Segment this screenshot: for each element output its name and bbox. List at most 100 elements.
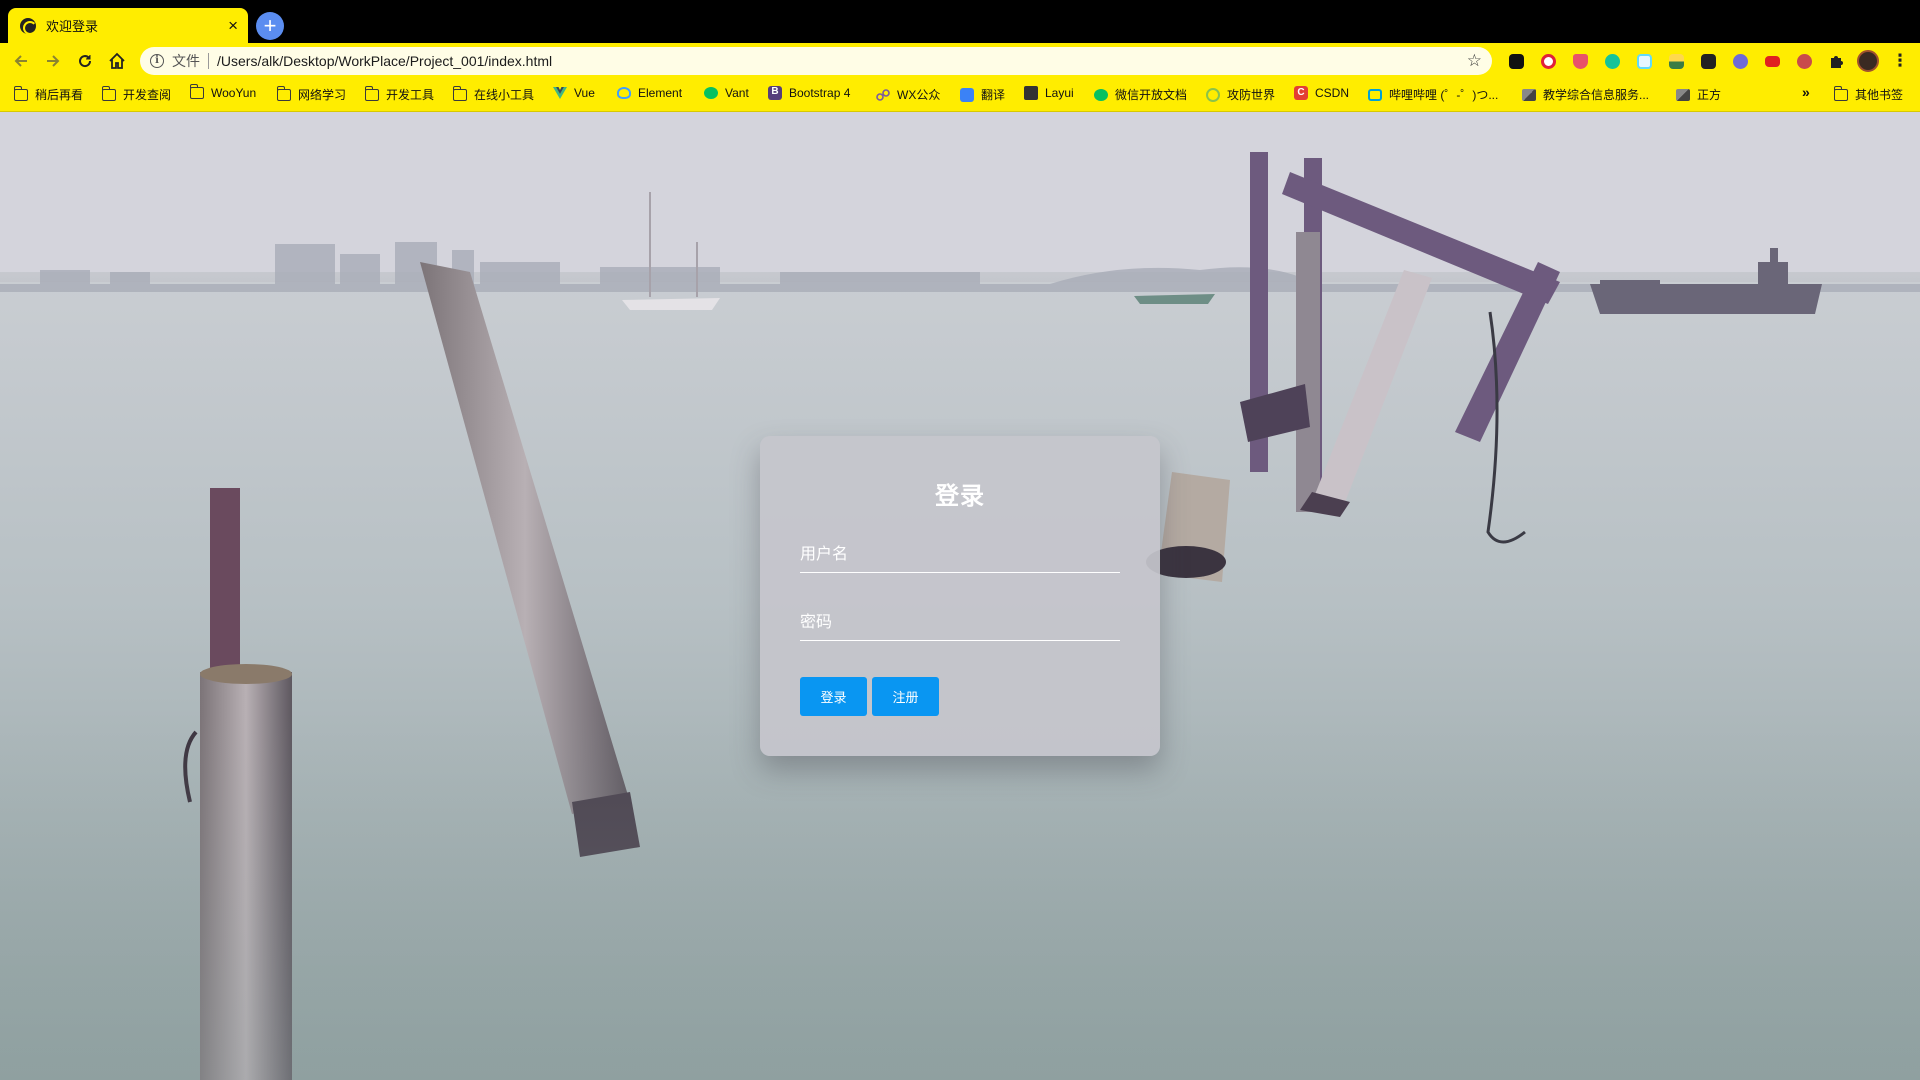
school-icon <box>1522 88 1536 101</box>
bookmark-layui[interactable]: Layui <box>1024 86 1074 100</box>
bookmark-school-info[interactable]: 教学综合信息服务... <box>1522 86 1649 103</box>
bookmark-folder-dev-tools[interactable]: 开发工具 <box>364 85 435 103</box>
login-title: 登录 <box>935 483 985 510</box>
shield-extension-icon <box>1572 53 1588 69</box>
bookmark-bilibili[interactable]: 哔哩哔哩 (゜-゜)つ... <box>1368 86 1498 103</box>
password-input[interactable] <box>800 605 1120 641</box>
bookmark-folder-network[interactable]: 网络学习 <box>276 85 347 103</box>
home-icon <box>109 52 125 69</box>
folder-icon <box>13 85 28 101</box>
login-button[interactable]: 登录 <box>800 677 867 716</box>
bookmark-csdn[interactable]: C CSDN <box>1294 86 1349 100</box>
school-icon <box>1676 88 1690 101</box>
bookmark-label: 微信开放文档 <box>1115 88 1188 102</box>
tab-strip: 欢迎登录 × + <box>0 0 1920 43</box>
bookmark-label: Layui <box>1045 86 1074 100</box>
bookmark-label: 开发查阅 <box>123 88 172 102</box>
profile-avatar[interactable] <box>1856 49 1880 73</box>
scheme-label: 文件 <box>172 53 200 69</box>
vue-icon <box>553 87 567 99</box>
bookmark-label: 网络学习 <box>298 88 347 102</box>
arrow-right-icon <box>47 55 60 67</box>
home-button[interactable] <box>104 48 130 74</box>
extension-6[interactable] <box>1664 49 1688 73</box>
forward-button[interactable] <box>40 48 66 74</box>
bookmark-folder-read-later[interactable]: 稍后再看 <box>13 85 84 103</box>
youtube-extension-icon <box>1764 55 1780 67</box>
folder-icon <box>364 85 379 101</box>
register-button[interactable]: 注册 <box>872 677 939 716</box>
page-viewport: 登录 登录 注册 <box>0 112 1920 1080</box>
infinity-extension-icon <box>1540 53 1556 69</box>
translate-icon <box>960 87 974 102</box>
landscape-extension-icon <box>1668 53 1684 69</box>
username-input[interactable] <box>800 537 1120 573</box>
tab-title: 欢迎登录 <box>46 19 99 34</box>
csdn-icon: C <box>1294 86 1308 100</box>
close-icon[interactable]: × <box>228 17 238 34</box>
bookmark-wx[interactable]: WX公众 <box>876 86 940 103</box>
extensions-area: ⋮ <box>1504 49 1912 73</box>
bookmark-vant[interactable]: Vant <box>704 86 749 100</box>
bookmark-label: 教学综合信息服务... <box>1543 88 1650 102</box>
react-devtools-icon <box>1636 53 1652 69</box>
bookmark-label: 开发工具 <box>386 88 435 102</box>
folder-icon <box>276 85 291 101</box>
bootstrap-icon: B <box>768 86 782 100</box>
bookmark-folder-online-tools[interactable]: 在线小工具 <box>452 85 534 103</box>
extension-5[interactable] <box>1632 49 1656 73</box>
extension-1[interactable] <box>1504 49 1528 73</box>
bookmark-label: CSDN <box>1315 86 1350 100</box>
reload-button[interactable] <box>72 48 98 74</box>
extension-8[interactable] <box>1728 49 1752 73</box>
extension-3[interactable] <box>1568 49 1592 73</box>
address-bar[interactable]: i 文件 /Users/alk/Desktop/WorkPlace/Projec… <box>140 47 1492 75</box>
info-icon[interactable]: i <box>150 54 164 68</box>
layui-icon <box>1024 86 1038 100</box>
bookmark-label: 攻防世界 <box>1227 88 1276 102</box>
bookmark-star-icon[interactable]: ☆ <box>1467 51 1482 71</box>
url-text[interactable]: /Users/alk/Desktop/WorkPlace/Project_001… <box>217 53 1467 69</box>
extension-4[interactable] <box>1600 49 1624 73</box>
bookmarks-overflow-button[interactable]: » <box>1802 84 1810 100</box>
vant-icon <box>704 87 718 99</box>
bookmark-folder-wooyun[interactable]: WooYun <box>189 84 257 100</box>
bookmark-label: 翻译 <box>981 88 1006 102</box>
folder-icon <box>1833 85 1848 101</box>
tab-active[interactable]: 欢迎登录 × <box>8 8 248 43</box>
bookmark-element[interactable]: Element <box>617 86 682 100</box>
bookmark-label: Vant <box>725 86 749 100</box>
extension-11[interactable] <box>1824 49 1848 73</box>
bookmark-bootstrap[interactable]: B Bootstrap 4 <box>768 86 850 100</box>
back-button[interactable] <box>8 48 34 74</box>
bookmark-translate[interactable]: 翻译 <box>960 86 1005 103</box>
extension-2[interactable] <box>1536 49 1560 73</box>
globe-icon <box>1206 87 1220 102</box>
bookmark-label: Element <box>638 86 683 100</box>
browser-menu-button[interactable]: ⋮ <box>1888 49 1912 73</box>
bookmark-label: 稍后再看 <box>35 88 84 102</box>
bookmark-label: 正方 <box>1697 88 1722 102</box>
bookmark-label: Vue <box>574 86 595 100</box>
bookmark-vue[interactable]: Vue <box>553 86 595 100</box>
bookmark-other-folder[interactable]: 其他书签 <box>1833 85 1904 103</box>
bookmark-label: WX公众 <box>897 88 941 102</box>
folder-icon <box>189 84 204 99</box>
bilibili-icon <box>1368 88 1382 101</box>
new-tab-button[interactable]: + <box>256 12 284 40</box>
bookmark-label: Bootstrap 4 <box>789 86 851 100</box>
extension-9[interactable] <box>1760 49 1784 73</box>
folder-icon <box>101 85 116 101</box>
bookmark-label: WooYun <box>211 86 257 100</box>
bookmark-folder-dev-ref[interactable]: 开发查阅 <box>101 85 172 103</box>
bookmark-label: 其他书签 <box>1855 88 1904 102</box>
bookmark-ctf[interactable]: 攻防世界 <box>1206 86 1275 103</box>
ghost-extension-icon <box>1508 53 1524 69</box>
browser-toolbar: i 文件 /Users/alk/Desktop/WorkPlace/Projec… <box>0 43 1920 78</box>
bookmark-zhengfang[interactable]: 正方 <box>1676 86 1721 103</box>
bookmark-label: 哔哩哔哩 (゜-゜)つ... <box>1389 88 1499 102</box>
bookmark-wechat-docs[interactable]: 微信开放文档 <box>1094 86 1187 103</box>
grammarly-extension-icon <box>1604 53 1620 69</box>
extension-10[interactable] <box>1792 49 1816 73</box>
extension-7[interactable] <box>1696 49 1720 73</box>
